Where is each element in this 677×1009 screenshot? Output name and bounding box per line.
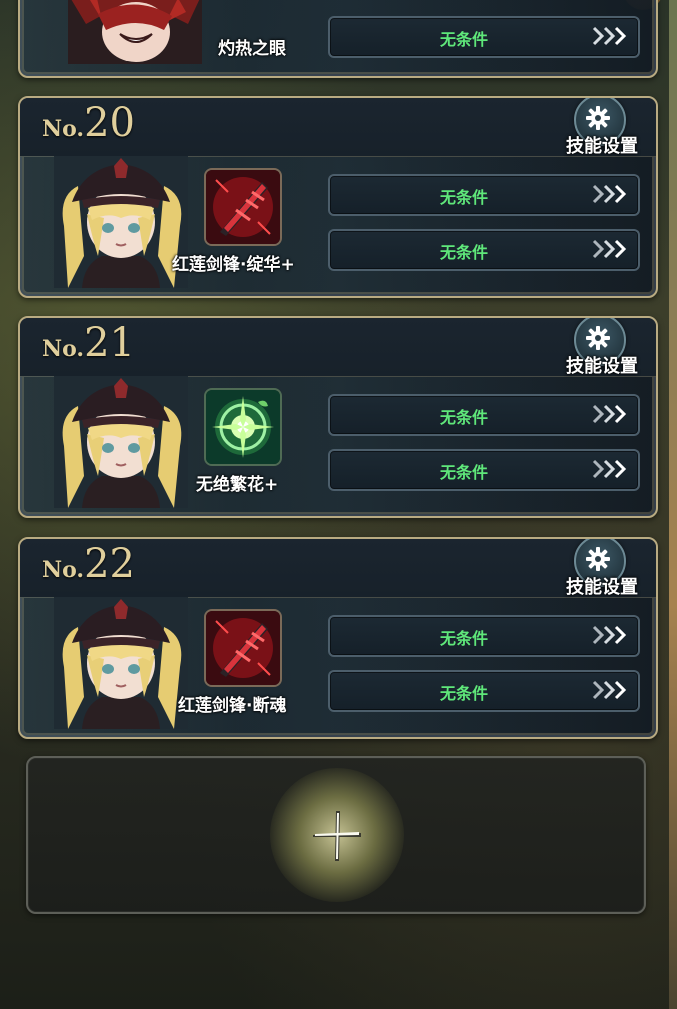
triple-chevron-icon	[592, 625, 627, 645]
condition-label: 无条件	[439, 684, 488, 703]
gear-icon	[586, 547, 610, 571]
triple-chevron-icon	[592, 459, 627, 479]
triple-chevron-icon	[592, 184, 627, 204]
skill-name: 红莲剑锋·断魂	[178, 696, 287, 716]
condition-label: 无条件	[439, 243, 488, 262]
skill-card-21: No.21 技能设置 无绝繁花+ 无条件 无条件	[18, 316, 658, 518]
number-prefix: No.	[42, 116, 85, 142]
triple-chevron-icon	[592, 26, 627, 46]
number-value: 21	[84, 320, 135, 366]
condition-label: 无条件	[439, 408, 488, 427]
triple-chevron-icon	[592, 404, 627, 424]
skill-card-22: No.22 技能设置 红莲剑锋·断魂 无条件 无条件	[18, 537, 658, 739]
condition-button-1[interactable]: 无条件	[328, 394, 640, 436]
number-prefix: No.	[42, 336, 85, 362]
number-prefix: No.	[42, 557, 85, 583]
condition-button-2[interactable]: 无条件	[328, 449, 640, 491]
plus-icon	[313, 811, 361, 861]
skill-name: 无绝繁花+	[196, 475, 279, 495]
skill-setting-label[interactable]: 技能设置	[566, 352, 638, 378]
character-portrait[interactable]	[54, 597, 188, 729]
number-value: 22	[84, 541, 135, 587]
card-number: No.20	[42, 100, 135, 146]
condition-button[interactable]: 无条件	[328, 16, 640, 58]
crimson-sword-icon[interactable]	[204, 168, 282, 246]
skill-setting-label[interactable]: 技能设置	[566, 573, 638, 599]
character-portrait[interactable]	[54, 376, 188, 508]
skill-card-partial: 灼热之眼 无条件	[18, 0, 658, 78]
gear-icon	[586, 106, 610, 130]
condition-button-1[interactable]: 无条件	[328, 174, 640, 216]
condition-label: 无条件	[439, 30, 488, 49]
character-portrait[interactable]	[54, 156, 188, 288]
condition-label: 无条件	[439, 629, 488, 648]
number-value: 20	[84, 100, 135, 146]
character-portrait[interactable]	[68, 0, 202, 64]
condition-button-1[interactable]: 无条件	[328, 615, 640, 657]
condition-button-2[interactable]: 无条件	[328, 229, 640, 271]
gear-icon	[586, 326, 610, 350]
condition-button-2[interactable]: 无条件	[328, 670, 640, 712]
triple-chevron-icon	[592, 239, 627, 259]
condition-label: 无条件	[439, 188, 488, 207]
skill-name: 灼热之眼	[218, 39, 286, 59]
card-number: No.22	[42, 541, 135, 587]
skill-setting-label[interactable]: 技能设置	[566, 132, 638, 158]
add-skill-slot-button[interactable]	[26, 756, 646, 914]
skill-name: 红莲剑锋·绽华+	[172, 255, 295, 275]
card-number: No.21	[42, 320, 135, 366]
condition-label: 无条件	[439, 463, 488, 482]
skill-card-20: No.20 技能设置 红莲剑锋·绽华+ 无条件 无条件	[18, 96, 658, 298]
triple-chevron-icon	[592, 680, 627, 700]
crimson-sword-icon[interactable]	[204, 609, 282, 687]
background-edge-strip	[669, 0, 677, 1009]
green-flower-orb-icon[interactable]	[204, 388, 282, 466]
